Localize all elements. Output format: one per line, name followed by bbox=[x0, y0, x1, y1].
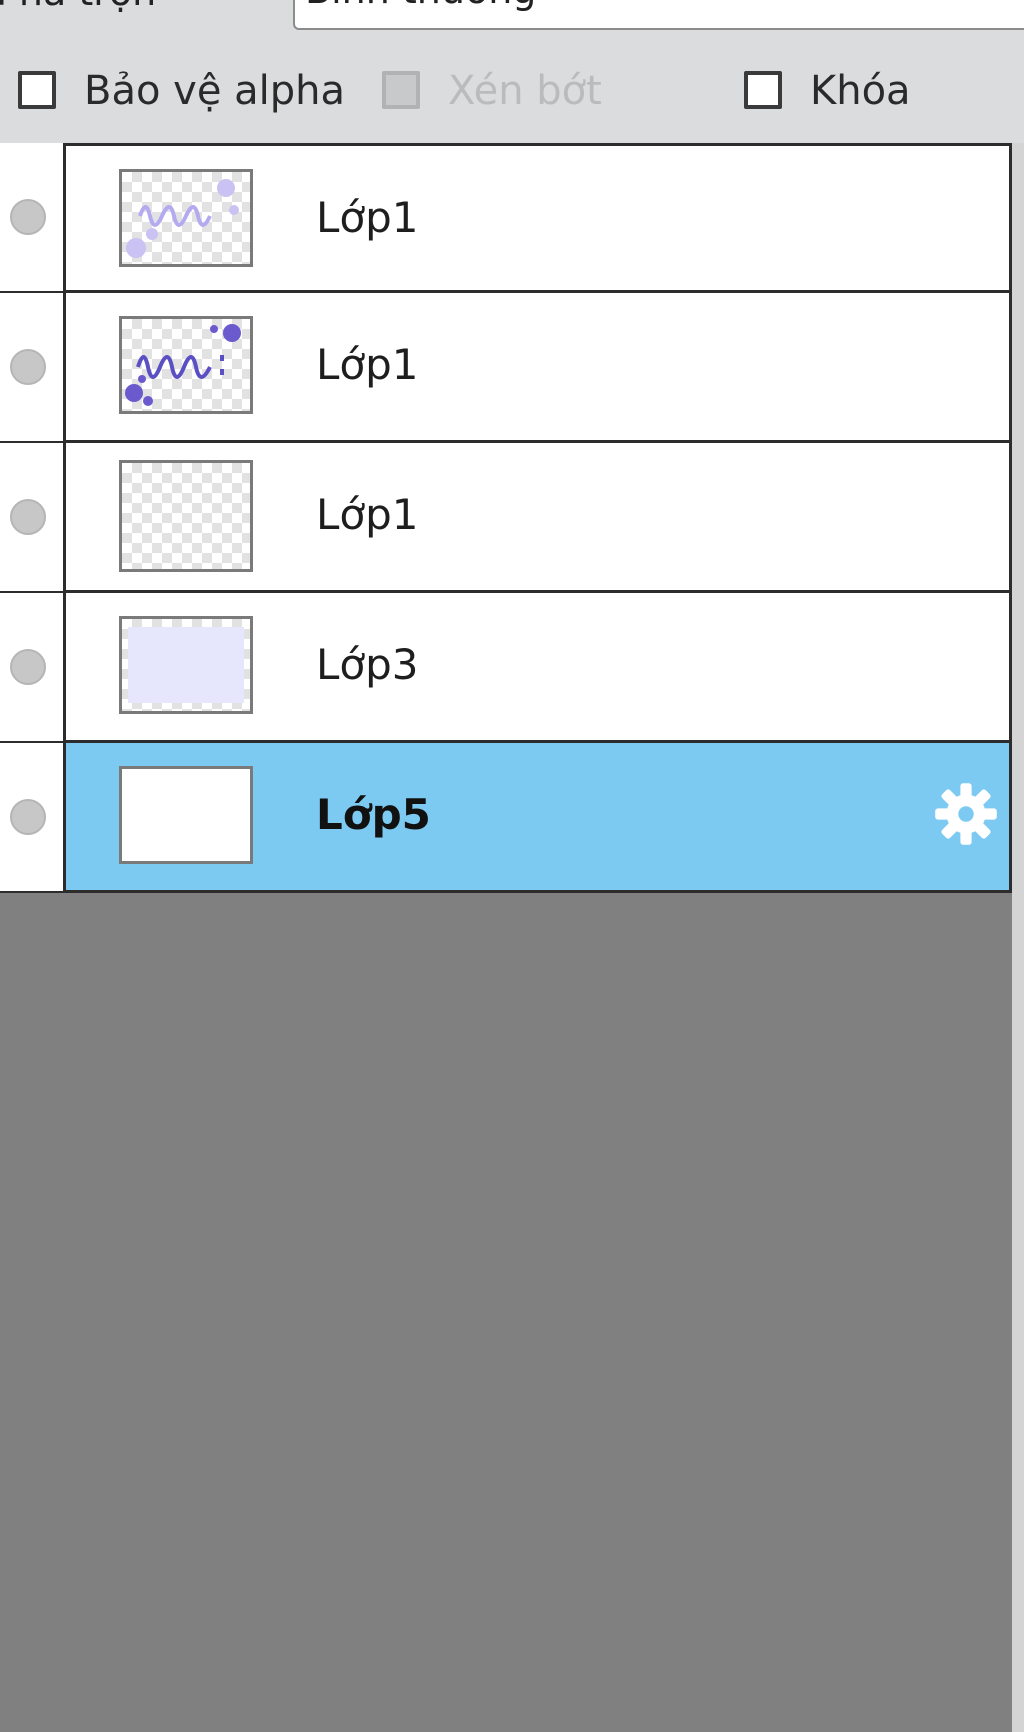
blend-mode-label: Pha trộn bbox=[0, 0, 156, 14]
layer-row[interactable]: Lớp1 bbox=[0, 143, 1012, 293]
layer-list-empty-area bbox=[0, 893, 1012, 1732]
visibility-toggle[interactable] bbox=[10, 349, 46, 385]
layer-thumbnail bbox=[119, 766, 253, 864]
layer-name: Lớp1 bbox=[316, 490, 419, 539]
layer-row[interactable]: Lớp1 bbox=[0, 443, 1012, 593]
layer-row[interactable]: Lớp1 bbox=[0, 293, 1012, 443]
visibility-cell bbox=[0, 743, 63, 893]
layer-cell[interactable]: Lớp3 bbox=[63, 593, 1012, 743]
layer-thumbnail bbox=[119, 316, 253, 414]
gear-icon[interactable] bbox=[931, 779, 1001, 849]
layer-thumbnail bbox=[119, 169, 253, 267]
layer-thumbnail bbox=[119, 460, 253, 572]
lock-label: Khóa bbox=[810, 68, 911, 114]
layer-cell[interactable]: Lớp1 bbox=[63, 293, 1012, 443]
blend-mode-value: Bình thường bbox=[305, 0, 536, 12]
visibility-cell bbox=[0, 443, 63, 593]
clipping-checkbox bbox=[382, 71, 420, 109]
visibility-toggle[interactable] bbox=[10, 799, 46, 835]
layer-thumbnail bbox=[119, 616, 253, 714]
visibility-cell bbox=[0, 593, 63, 743]
panel-edge bbox=[1012, 143, 1024, 1732]
lock-checkbox[interactable] bbox=[744, 71, 782, 109]
layer-name: Lớp3 bbox=[316, 640, 419, 689]
layer-row[interactable]: Lớp3 bbox=[0, 593, 1012, 743]
layer-list: Lớp1 Lớp1 Lớp1 Lớp3 Lớp5 bbox=[0, 143, 1012, 893]
visibility-toggle[interactable] bbox=[10, 649, 46, 685]
visibility-toggle[interactable] bbox=[10, 199, 46, 235]
visibility-toggle[interactable] bbox=[10, 499, 46, 535]
layer-cell[interactable]: Lớp5 bbox=[63, 743, 1012, 893]
visibility-cell bbox=[0, 143, 63, 293]
protect-alpha-checkbox[interactable] bbox=[18, 71, 56, 109]
clipping-label: Xén bớt bbox=[448, 68, 602, 114]
layer-cell[interactable]: Lớp1 bbox=[63, 143, 1012, 293]
layer-name: Lớp5 bbox=[316, 790, 431, 839]
layer-name: Lớp1 bbox=[316, 340, 419, 389]
protect-alpha-label: Bảo vệ alpha bbox=[84, 68, 346, 114]
layer-name: Lớp1 bbox=[316, 193, 419, 242]
blend-mode-select[interactable]: Bình thường bbox=[293, 0, 1024, 30]
layer-row-selected[interactable]: Lớp5 bbox=[0, 743, 1012, 893]
layer-cell[interactable]: Lớp1 bbox=[63, 443, 1012, 593]
visibility-cell bbox=[0, 293, 63, 443]
